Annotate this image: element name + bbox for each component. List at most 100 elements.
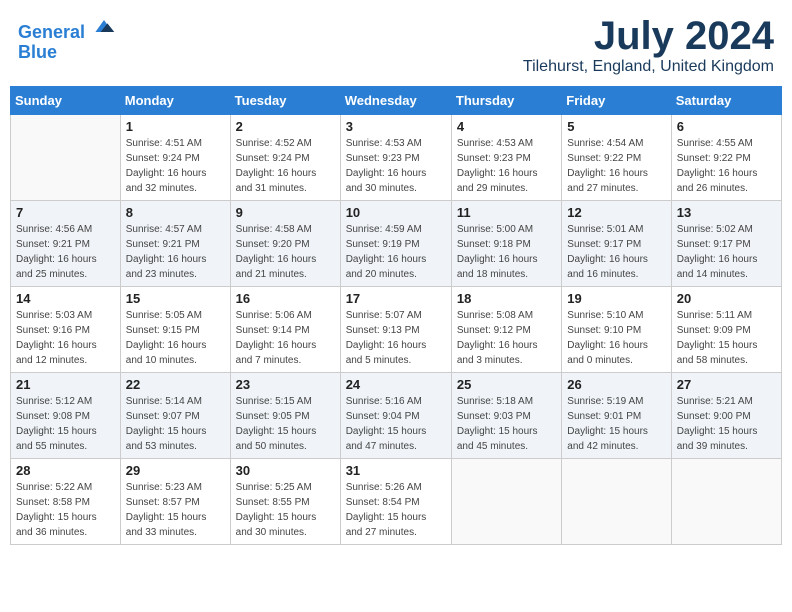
day-number: 17 (346, 291, 446, 306)
calendar-cell: 5 Sunrise: 4:54 AM Sunset: 9:22 PM Daylig… (562, 115, 671, 201)
day-info: Sunrise: 5:06 AM Sunset: 9:14 PM Dayligh… (236, 308, 335, 368)
calendar-cell: 22 Sunrise: 5:14 AM Sunset: 9:07 PM Dayli… (120, 373, 230, 459)
day-number: 29 (126, 463, 225, 478)
calendar-table: SundayMondayTuesdayWednesdayThursdayFrid… (10, 86, 782, 545)
day-info: Sunrise: 5:21 AM Sunset: 9:00 PM Dayligh… (677, 394, 776, 454)
calendar-cell (671, 459, 781, 545)
month-title: July 2024 (523, 14, 774, 58)
calendar-cell: 10Sunrise: 4:59 AM Sunset: 9:19 PM Dayli… (340, 201, 451, 287)
day-number: 15 (126, 291, 225, 306)
weekday-header-monday: Monday (120, 87, 230, 115)
calendar-cell: 24Sunrise: 5:16 AM Sunset: 9:04 PM Dayli… (340, 373, 451, 459)
page-header: General Blue July 2024 Tilehurst, Englan… (10, 10, 782, 80)
day-number: 28 (16, 463, 115, 478)
day-info: Sunrise: 5:10 AM Sunset: 9:10 PM Dayligh… (567, 308, 665, 368)
day-number: 5 (567, 119, 665, 134)
calendar-cell: 28 Sunrise: 5:22 AM Sunset: 8:58 PM Dayli… (11, 459, 121, 545)
calendar-cell: 13 Sunrise: 5:02 AM Sunset: 9:17 PM Dayli… (671, 201, 781, 287)
day-number: 6 (677, 119, 776, 134)
day-info: Sunrise: 4:52 AM Sunset: 9:24 PM Dayligh… (236, 136, 335, 196)
week-row-2: 7Sunrise: 4:56 AM Sunset: 9:21 PM Daylig… (11, 201, 782, 287)
day-number: 24 (346, 377, 446, 392)
day-info: Sunrise: 5:01 AM Sunset: 9:17 PM Dayligh… (567, 222, 665, 282)
day-number: 1 (126, 119, 225, 134)
day-number: 16 (236, 291, 335, 306)
day-info: Sunrise: 4:55 AM Sunset: 9:22 PM Dayligh… (677, 136, 776, 196)
calendar-cell: 20Sunrise: 5:11 AM Sunset: 9:09 PM Dayli… (671, 287, 781, 373)
calendar-cell: 8Sunrise: 4:57 AM Sunset: 9:21 PM Daylig… (120, 201, 230, 287)
day-number: 19 (567, 291, 665, 306)
calendar-cell: 29 Sunrise: 5:23 AM Sunset: 8:57 PM Dayli… (120, 459, 230, 545)
calendar-cell: 3 Sunrise: 4:53 AM Sunset: 9:23 PM Daylig… (340, 115, 451, 201)
calendar-cell: 17 Sunrise: 5:07 AM Sunset: 9:13 PM Dayli… (340, 287, 451, 373)
calendar-cell: 31Sunrise: 5:26 AM Sunset: 8:54 PM Dayli… (340, 459, 451, 545)
calendar-cell: 2 Sunrise: 4:52 AM Sunset: 9:24 PM Daylig… (230, 115, 340, 201)
day-number: 21 (16, 377, 115, 392)
logo-blue-text: Blue (18, 43, 116, 63)
calendar-cell: 9 Sunrise: 4:58 AM Sunset: 9:20 PM Daylig… (230, 201, 340, 287)
calendar-cell: 25Sunrise: 5:18 AM Sunset: 9:03 PM Dayli… (451, 373, 561, 459)
day-info: Sunrise: 4:51 AM Sunset: 9:24 PM Dayligh… (126, 136, 225, 196)
calendar-cell: 15 Sunrise: 5:05 AM Sunset: 9:15 PM Dayli… (120, 287, 230, 373)
calendar-cell: 27Sunrise: 5:21 AM Sunset: 9:00 PM Dayli… (671, 373, 781, 459)
calendar-cell: 1 Sunrise: 4:51 AM Sunset: 9:24 PM Daylig… (120, 115, 230, 201)
day-number: 2 (236, 119, 335, 134)
week-row-4: 21Sunrise: 5:12 AM Sunset: 9:08 PM Dayli… (11, 373, 782, 459)
day-number: 13 (677, 205, 776, 220)
day-info: Sunrise: 5:18 AM Sunset: 9:03 PM Dayligh… (457, 394, 556, 454)
logo-text: General (18, 14, 116, 43)
day-info: Sunrise: 5:26 AM Sunset: 8:54 PM Dayligh… (346, 480, 446, 540)
weekday-header-sunday: Sunday (11, 87, 121, 115)
calendar-cell (562, 459, 671, 545)
logo-icon (92, 14, 116, 38)
day-number: 3 (346, 119, 446, 134)
day-info: Sunrise: 4:54 AM Sunset: 9:22 PM Dayligh… (567, 136, 665, 196)
weekday-header-saturday: Saturday (671, 87, 781, 115)
calendar-cell: 14Sunrise: 5:03 AM Sunset: 9:16 PM Dayli… (11, 287, 121, 373)
day-number: 7 (16, 205, 115, 220)
day-number: 8 (126, 205, 225, 220)
week-row-5: 28 Sunrise: 5:22 AM Sunset: 8:58 PM Dayli… (11, 459, 782, 545)
day-info: Sunrise: 5:05 AM Sunset: 9:15 PM Dayligh… (126, 308, 225, 368)
day-number: 23 (236, 377, 335, 392)
day-info: Sunrise: 4:53 AM Sunset: 9:23 PM Dayligh… (346, 136, 446, 196)
weekday-header-friday: Friday (562, 87, 671, 115)
day-number: 26 (567, 377, 665, 392)
week-row-3: 14Sunrise: 5:03 AM Sunset: 9:16 PM Dayli… (11, 287, 782, 373)
calendar-cell: 19 Sunrise: 5:10 AM Sunset: 9:10 PM Dayli… (562, 287, 671, 373)
logo: General Blue (18, 14, 116, 63)
calendar-cell (11, 115, 121, 201)
weekday-header-row: SundayMondayTuesdayWednesdayThursdayFrid… (11, 87, 782, 115)
calendar-cell: 6 Sunrise: 4:55 AM Sunset: 9:22 PM Daylig… (671, 115, 781, 201)
day-info: Sunrise: 5:07 AM Sunset: 9:13 PM Dayligh… (346, 308, 446, 368)
day-info: Sunrise: 5:25 AM Sunset: 8:55 PM Dayligh… (236, 480, 335, 540)
weekday-header-tuesday: Tuesday (230, 87, 340, 115)
calendar-cell: 26Sunrise: 5:19 AM Sunset: 9:01 PM Dayli… (562, 373, 671, 459)
day-number: 9 (236, 205, 335, 220)
day-info: Sunrise: 5:00 AM Sunset: 9:18 PM Dayligh… (457, 222, 556, 282)
calendar-cell: 30Sunrise: 5:25 AM Sunset: 8:55 PM Dayli… (230, 459, 340, 545)
location: Tilehurst, England, United Kingdom (523, 58, 774, 76)
day-info: Sunrise: 4:53 AM Sunset: 9:23 PM Dayligh… (457, 136, 556, 196)
calendar-cell (451, 459, 561, 545)
day-info: Sunrise: 5:15 AM Sunset: 9:05 PM Dayligh… (236, 394, 335, 454)
day-info: Sunrise: 4:58 AM Sunset: 9:20 PM Dayligh… (236, 222, 335, 282)
day-info: Sunrise: 5:14 AM Sunset: 9:07 PM Dayligh… (126, 394, 225, 454)
day-number: 18 (457, 291, 556, 306)
calendar-cell: 23 Sunrise: 5:15 AM Sunset: 9:05 PM Dayli… (230, 373, 340, 459)
day-number: 12 (567, 205, 665, 220)
day-info: Sunrise: 5:02 AM Sunset: 9:17 PM Dayligh… (677, 222, 776, 282)
day-info: Sunrise: 4:59 AM Sunset: 9:19 PM Dayligh… (346, 222, 446, 282)
day-number: 4 (457, 119, 556, 134)
calendar-cell: 12 Sunrise: 5:01 AM Sunset: 9:17 PM Dayli… (562, 201, 671, 287)
calendar-cell: 18Sunrise: 5:08 AM Sunset: 9:12 PM Dayli… (451, 287, 561, 373)
day-number: 11 (457, 205, 556, 220)
weekday-header-thursday: Thursday (451, 87, 561, 115)
day-info: Sunrise: 5:22 AM Sunset: 8:58 PM Dayligh… (16, 480, 115, 540)
day-number: 22 (126, 377, 225, 392)
day-info: Sunrise: 5:23 AM Sunset: 8:57 PM Dayligh… (126, 480, 225, 540)
calendar-cell: 11 Sunrise: 5:00 AM Sunset: 9:18 PM Dayli… (451, 201, 561, 287)
calendar-cell: 7Sunrise: 4:56 AM Sunset: 9:21 PM Daylig… (11, 201, 121, 287)
week-row-1: 1 Sunrise: 4:51 AM Sunset: 9:24 PM Daylig… (11, 115, 782, 201)
calendar-cell: 21Sunrise: 5:12 AM Sunset: 9:08 PM Dayli… (11, 373, 121, 459)
